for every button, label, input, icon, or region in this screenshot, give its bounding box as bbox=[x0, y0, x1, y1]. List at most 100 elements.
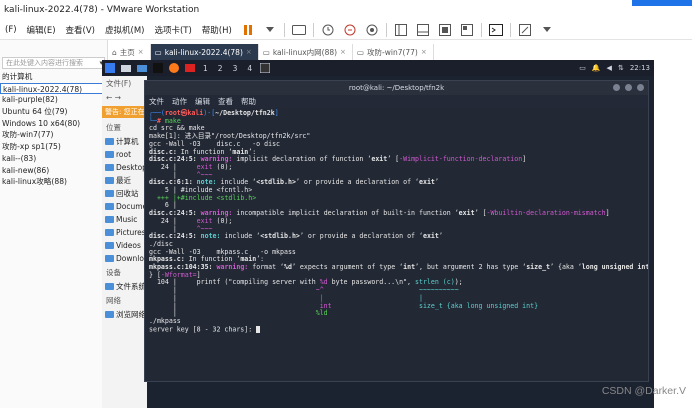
folder-icon[interactable] bbox=[137, 63, 147, 73]
close-icon[interactable]: × bbox=[421, 48, 427, 56]
power-dropdown-icon[interactable] bbox=[262, 23, 278, 37]
place-downloads[interactable]: Downloads bbox=[102, 252, 147, 265]
fm-nav-arrows[interactable]: ← → bbox=[102, 91, 147, 104]
kali-menu-icon[interactable] bbox=[105, 63, 115, 73]
close-icon[interactable]: × bbox=[340, 48, 346, 56]
menu-view[interactable]: 查看(V) bbox=[61, 24, 100, 36]
display-icon[interactable]: ▭ bbox=[579, 64, 586, 72]
place-label: 回收站 bbox=[116, 189, 139, 198]
network-browse[interactable]: 浏览网络 bbox=[102, 308, 147, 321]
thumbnail-view-icon[interactable] bbox=[415, 23, 431, 37]
workspace-2[interactable]: 2 bbox=[213, 64, 228, 73]
fm-warning-banner: 警告: 您正在 bbox=[102, 106, 147, 118]
guest-display[interactable]: 1 2 3 4 ▭ 🔔 ◀ ⇅ 22:13 文件(F) ← → 警告: 您正在 … bbox=[102, 60, 654, 408]
clock[interactable]: 22:13 bbox=[630, 64, 650, 72]
place-desktop[interactable]: Desktop bbox=[102, 161, 147, 174]
menu-vm[interactable]: 虚拟机(M) bbox=[100, 24, 149, 36]
library-item-ubuntu[interactable]: Ubuntu 64 位(79) bbox=[0, 106, 107, 118]
place-label: Music bbox=[116, 215, 138, 224]
workspace-4[interactable]: 4 bbox=[242, 64, 257, 73]
menu-file[interactable]: (F) bbox=[0, 25, 22, 35]
toolbar-divider bbox=[283, 22, 285, 37]
library-item-kali-2022[interactable]: kali-linux-2022.4(78) bbox=[0, 82, 107, 95]
stretch-view-icon[interactable] bbox=[517, 23, 533, 37]
library-view-icon[interactable] bbox=[393, 23, 409, 37]
fullscreen-icon[interactable] bbox=[437, 23, 453, 37]
stretch-dropdown-icon[interactable] bbox=[539, 23, 555, 37]
toolbar-divider bbox=[312, 22, 314, 37]
folder-icon bbox=[105, 138, 114, 145]
tab-kali-intranet[interactable]: ▭ kali-linux内网(88) × bbox=[259, 44, 353, 60]
library-item-kali-purple[interactable]: kali-purple(82) bbox=[0, 94, 107, 106]
terminal-window[interactable]: root@kali: ~/Desktop/tfn2k 文件 动作 编辑 查看 帮… bbox=[144, 80, 649, 382]
manage-snapshots-icon[interactable] bbox=[364, 23, 380, 37]
menu-tabs[interactable]: 选项卡(T) bbox=[149, 24, 196, 36]
library-item-xp[interactable]: 攻防-xp sp1(75) bbox=[0, 141, 107, 153]
unity-icon[interactable] bbox=[459, 23, 475, 37]
folder-icon bbox=[105, 151, 114, 158]
terminal-icon[interactable] bbox=[153, 63, 163, 73]
volume-icon[interactable]: ◀ bbox=[607, 64, 612, 72]
bell-icon[interactable]: 🔔 bbox=[592, 64, 601, 72]
place-recent[interactable]: 最近 bbox=[102, 174, 147, 187]
term-menu-file[interactable]: 文件 bbox=[149, 96, 164, 107]
term-menu-edit[interactable]: 编辑 bbox=[195, 96, 210, 107]
library-search-input[interactable]: 在此处键入内容进行搜索 ▾ bbox=[2, 57, 105, 69]
library-item-windows10[interactable]: Windows 10 x64(80) bbox=[0, 118, 107, 130]
maximize-icon[interactable] bbox=[625, 84, 632, 91]
desktop-icon[interactable] bbox=[121, 63, 131, 73]
menu-edit[interactable]: 编辑(E) bbox=[22, 24, 61, 36]
minimize-icon[interactable] bbox=[613, 84, 620, 91]
place-computer[interactable]: 计算机 bbox=[102, 135, 147, 148]
place-music[interactable]: Music bbox=[102, 213, 147, 226]
library-item-my-computer[interactable]: 的计算机 bbox=[0, 71, 107, 83]
term-menu-help[interactable]: 帮助 bbox=[241, 96, 256, 107]
close-icon[interactable]: × bbox=[246, 48, 252, 56]
devices-header: 设备 bbox=[106, 268, 121, 277]
console-icon[interactable] bbox=[488, 23, 504, 37]
close-icon[interactable] bbox=[637, 84, 644, 91]
pause-icon[interactable] bbox=[240, 23, 256, 37]
term-menu-view[interactable]: 查看 bbox=[218, 96, 233, 107]
tab-kali-2022[interactable]: ▭ kali-linux-2022.4(78) × bbox=[150, 44, 259, 60]
device-filesystem[interactable]: 文件系统 bbox=[102, 280, 147, 293]
toolbar-divider bbox=[509, 22, 511, 37]
place-videos[interactable]: Videos bbox=[102, 239, 147, 252]
firefox-icon[interactable] bbox=[169, 63, 179, 73]
tab-win7[interactable]: ▭ 攻防-win7(77) × bbox=[353, 44, 434, 60]
snapshot-icon[interactable] bbox=[320, 23, 336, 37]
folder-icon bbox=[105, 242, 114, 249]
library-search-placeholder: 在此处键入内容进行搜索 bbox=[6, 59, 83, 67]
library-item-kali-new[interactable]: kali-new(86) bbox=[0, 165, 107, 177]
vm-tabs: ⌂ 主页 × ▭ kali-linux-2022.4(78) × ▭ kali-… bbox=[108, 44, 648, 60]
place-label: root bbox=[116, 150, 132, 159]
network-icon[interactable]: ⇅ bbox=[618, 64, 624, 72]
place-documents[interactable]: Documents bbox=[102, 200, 147, 213]
titlebar-accent bbox=[632, 0, 692, 6]
fm-menu-file[interactable]: 文件(F) bbox=[102, 76, 147, 91]
place-trash[interactable]: 回收站 bbox=[102, 187, 147, 200]
place-root[interactable]: root bbox=[102, 148, 147, 161]
library-item-win7[interactable]: 攻防-win7(77) bbox=[0, 129, 107, 141]
place-pictures[interactable]: Pictures bbox=[102, 226, 147, 239]
tab-label: 攻防-win7(77) bbox=[367, 47, 418, 57]
terminal-output[interactable]: ┌──(root㉿kali)-[~/Desktop/tfn2k] └─# mak… bbox=[145, 108, 648, 380]
send-keys-icon[interactable] bbox=[291, 23, 307, 37]
menu-help[interactable]: 帮助(H) bbox=[197, 24, 237, 36]
library-item-kali-83[interactable]: kali--(83) bbox=[0, 153, 107, 165]
flag-icon[interactable] bbox=[185, 63, 195, 73]
library-item-kali-88[interactable]: kali-linux攻略(88) bbox=[0, 176, 107, 188]
close-icon[interactable]: × bbox=[138, 48, 144, 56]
tab-label: kali-linux内网(88) bbox=[272, 47, 338, 57]
tab-home[interactable]: ⌂ 主页 × bbox=[108, 44, 151, 60]
workspace-3[interactable]: 3 bbox=[228, 64, 243, 73]
trash-icon bbox=[105, 190, 114, 197]
workspace-1[interactable]: 1 bbox=[198, 64, 213, 73]
drive-icon bbox=[105, 283, 114, 290]
revert-snapshot-icon[interactable] bbox=[342, 23, 358, 37]
folder-icon bbox=[105, 216, 114, 223]
place-label: Downloads bbox=[116, 254, 147, 263]
terminal-task-icon[interactable] bbox=[259, 62, 271, 74]
library-panel: 在此处键入内容进行搜索 ▾ 的计算机 kali-linux-2022.4(78)… bbox=[0, 40, 108, 408]
term-menu-action[interactable]: 动作 bbox=[172, 96, 187, 107]
